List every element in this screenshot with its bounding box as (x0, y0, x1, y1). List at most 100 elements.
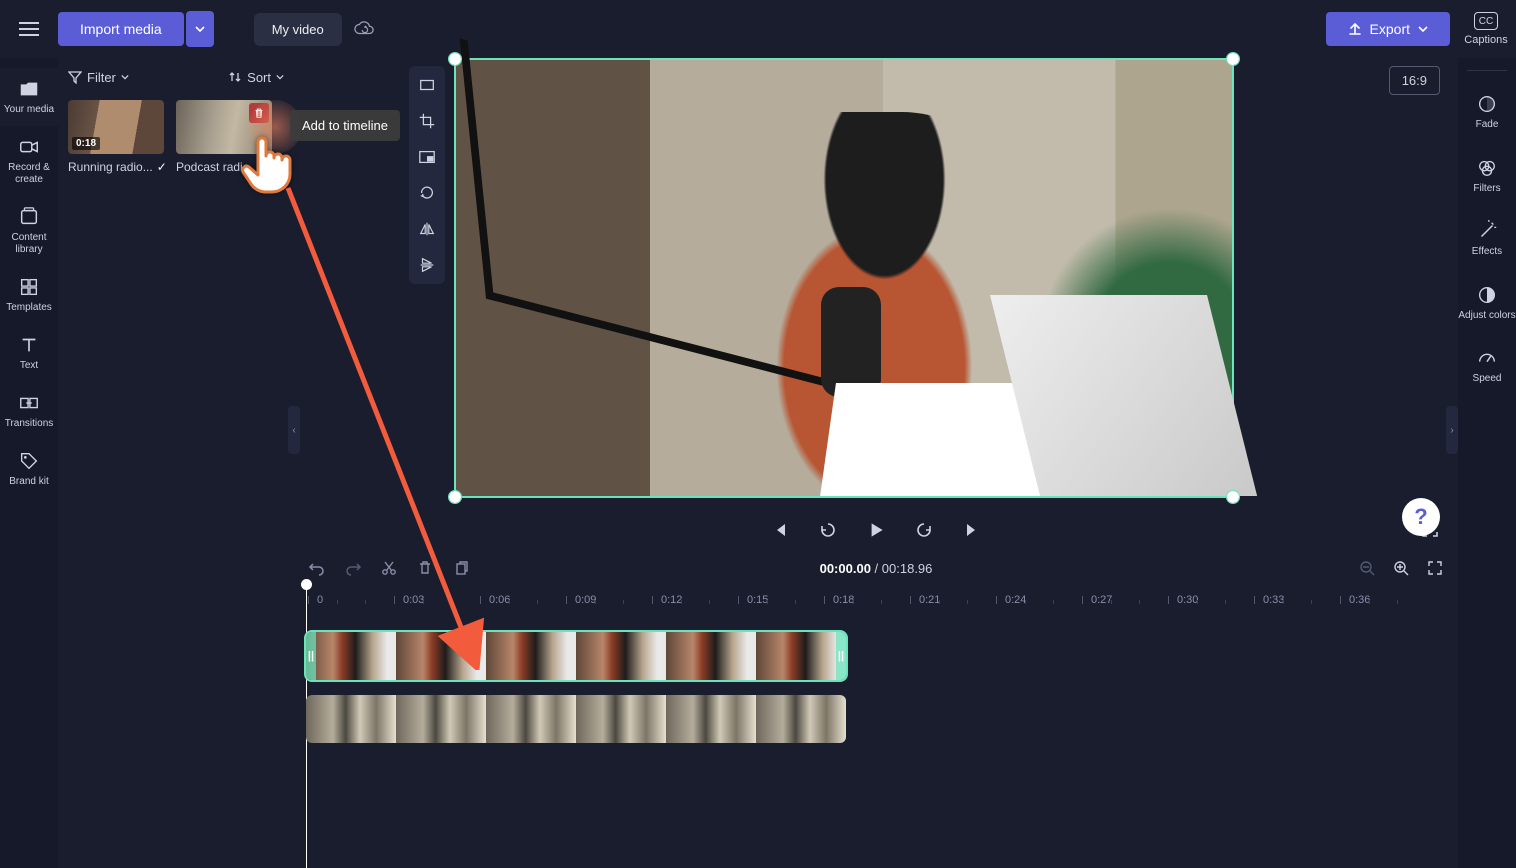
ruler-tick: 0 (308, 594, 323, 606)
right-sidebar: Fade Filters Effects Adjust colors Speed (1458, 58, 1516, 868)
media-thumbnail: 0:18 (68, 100, 164, 154)
resize-handle-br[interactable] (1227, 491, 1239, 503)
ruler-tick: 0:18 (824, 594, 854, 606)
preview-tool-column (409, 66, 445, 284)
flip-horizontal-tool[interactable] (416, 218, 438, 240)
import-media-caret[interactable] (186, 11, 214, 47)
sidebar-item-text[interactable]: Text (0, 324, 58, 382)
ruler-tick: 0:27 (1082, 594, 1112, 606)
cc-icon: CC (1474, 12, 1498, 30)
skip-forward-button[interactable] (961, 519, 983, 541)
forward-button[interactable] (913, 519, 935, 541)
zoom-fit-button[interactable] (1426, 559, 1444, 577)
resize-handle-bl[interactable] (449, 491, 461, 503)
skip-back-button[interactable] (769, 519, 791, 541)
ruler-tick: 0:36 (1340, 594, 1370, 606)
tag-icon (18, 450, 40, 472)
sidebar-item-content-library[interactable]: Content library (0, 196, 58, 266)
current-time: 00:00.00 (820, 561, 871, 576)
sidebar-item-speed[interactable]: Speed (1458, 335, 1516, 399)
wand-icon (1476, 220, 1498, 242)
split-button[interactable] (380, 559, 398, 577)
cloud-sync-icon[interactable] (354, 19, 374, 39)
left-sidebar: Your media Record & create Content libra… (0, 58, 58, 868)
speedometer-icon (1476, 347, 1498, 369)
export-button[interactable]: Export (1326, 12, 1450, 46)
zoom-in-button[interactable] (1392, 559, 1410, 577)
upload-icon (1348, 22, 1362, 36)
clip-trim-right[interactable]: || (836, 632, 846, 680)
sidebar-item-filters[interactable]: Filters (1458, 145, 1516, 209)
timeline: 00:00.00 / 00:18.96 00:030:060:090:120:1… (294, 548, 1458, 868)
captions-button[interactable]: CC Captions (1466, 2, 1506, 56)
sidebar-item-your-media[interactable]: Your media (0, 68, 58, 126)
chevron-down-icon (276, 73, 284, 81)
aspect-ratio-button[interactable]: 16:9 (1389, 66, 1440, 95)
sidebar-item-adjust-colors[interactable]: Adjust colors (1458, 272, 1516, 336)
flip-vertical-tool[interactable] (416, 254, 438, 276)
folder-icon (18, 78, 40, 100)
chevron-down-icon (1418, 24, 1428, 34)
project-title[interactable]: My video (254, 13, 342, 46)
rotate-tool[interactable] (416, 182, 438, 204)
import-media-button[interactable]: Import media (58, 12, 184, 46)
rewind-button[interactable] (817, 519, 839, 541)
track-row[interactable] (306, 695, 1446, 750)
undo-button[interactable] (308, 559, 326, 577)
preview-canvas[interactable] (454, 58, 1234, 498)
media-duration: 0:18 (72, 137, 100, 150)
collapse-right-panel[interactable]: › (1446, 406, 1458, 454)
captions-label: Captions (1464, 34, 1507, 46)
duplicate-button[interactable] (452, 559, 470, 577)
media-item[interactable]: 0:18 Running radio... ✓ (68, 100, 164, 174)
video-clip[interactable]: || || (306, 632, 846, 680)
annotation-cursor-icon (236, 126, 300, 198)
ruler-tick: 0:21 (910, 594, 940, 606)
library-icon (18, 206, 40, 228)
timeline-ruler[interactable]: 00:030:060:090:120:150:180:210:240:270:3… (294, 590, 1458, 614)
collapse-left-panel[interactable]: ‹ (288, 406, 300, 454)
ruler-tick: 0:15 (738, 594, 768, 606)
crop-tool[interactable] (416, 110, 438, 132)
ruler-tick: 0:09 (566, 594, 596, 606)
sidebar-item-effects[interactable]: Effects (1458, 208, 1516, 272)
chevron-down-icon (121, 73, 129, 81)
timeline-time: 00:00.00 / 00:18.96 (820, 561, 933, 576)
play-button[interactable] (865, 519, 887, 541)
sidebar-item-fade[interactable]: Fade (1458, 81, 1516, 145)
timeline-tracks: || || (294, 614, 1458, 760)
sidebar-item-record-create[interactable]: Record & create (0, 126, 58, 196)
sidebar-item-transitions[interactable]: Transitions (0, 382, 58, 440)
preview-area: 16:9 (294, 58, 1458, 548)
fade-icon (1476, 93, 1498, 115)
clip-trim-left[interactable]: || (306, 632, 316, 680)
transitions-icon (18, 392, 40, 414)
ruler-tick: 0:06 (480, 594, 510, 606)
delete-button[interactable] (416, 559, 434, 577)
timeline-toolbar: 00:00.00 / 00:18.96 (294, 548, 1458, 588)
timeline-zoom (1358, 559, 1444, 577)
sidebar-item-templates[interactable]: Templates (0, 266, 58, 324)
media-title: Running radio... (68, 160, 153, 174)
camera-icon (18, 136, 40, 158)
zoom-out-button[interactable] (1358, 559, 1376, 577)
resize-handle-tr[interactable] (1227, 53, 1239, 65)
ruler-tick: 0:24 (996, 594, 1026, 606)
video-clip[interactable] (306, 695, 846, 743)
track-row[interactable]: || || (306, 632, 1446, 687)
ruler-tick: 0:30 (1168, 594, 1198, 606)
resize-handle-tl[interactable] (449, 53, 461, 65)
text-icon (18, 334, 40, 356)
contrast-icon (1476, 284, 1498, 306)
fit-tool[interactable] (416, 74, 438, 96)
preview-controls (294, 510, 1458, 550)
pip-tool[interactable] (416, 146, 438, 168)
redo-button[interactable] (344, 559, 362, 577)
help-button[interactable]: ? (1402, 498, 1440, 536)
divider (1467, 70, 1507, 71)
filter-button[interactable]: Filter (68, 70, 129, 85)
ruler-tick: 0:03 (394, 594, 424, 606)
menu-button[interactable] (10, 10, 48, 48)
sidebar-item-brand-kit[interactable]: Brand kit (0, 440, 58, 498)
sort-button[interactable]: Sort (228, 70, 284, 85)
